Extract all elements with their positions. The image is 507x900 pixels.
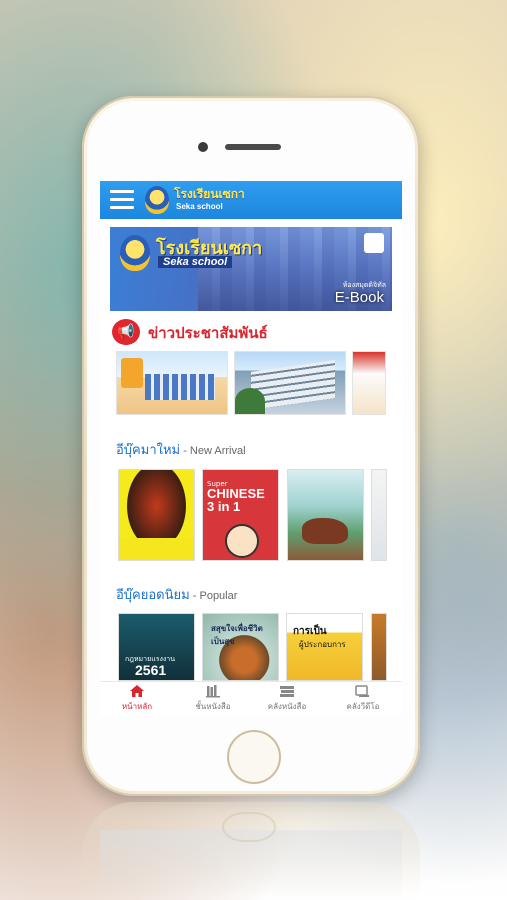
book-cover[interactable] [118,469,195,561]
new-arrival-title-thai: อีบุ๊คมาใหม่ [116,443,181,458]
earpiece-speaker [225,144,281,150]
school-logo [145,186,169,214]
app-screen: โรงเรียนเซกา Seka school โรงเรียนเซกา Se… [100,181,402,716]
popular-title: อีบุ๊คยอดนิยม - Popular [116,584,237,605]
book-cover[interactable]: กฎหมายแรงงาน 2561 [118,613,195,681]
banner-seal [364,233,384,253]
popular-title-thai: อีบุ๊คยอดนิยม [116,588,190,603]
book-cover-text: สสุขใจเพื่อชีวิตเป็นสุข [211,624,263,646]
new-arrival-title-en: New Arrival [189,445,246,457]
cartoon-face [225,524,259,558]
news-card[interactable] [116,351,228,415]
news-title: ข่าวประชาสัมพันธ์ [148,324,268,342]
banner-title-en: Seka school [158,256,233,268]
hero-banner[interactable]: โรงเรียนเซกา Seka school ห้องสมุดดิจิทัล… [110,227,392,311]
tab-library[interactable]: คลังหนังสือ [252,684,322,713]
book-cover[interactable]: การเป็น ผู้ประกอบการ [286,613,363,681]
news-card[interactable] [352,351,386,415]
tab-label: คลังวีดีโอ [346,702,380,711]
book-cover-text: การเป็น [293,626,327,637]
tab-home[interactable]: หน้าหลัก [102,684,172,713]
tab-label: หน้าหลัก [121,702,153,711]
banner-school-logo [120,235,150,271]
tab-bookshelf[interactable]: ชั้นหนังสือ [178,684,248,713]
book-cover[interactable] [371,613,387,681]
book-cover[interactable] [287,469,364,561]
book-cover[interactable] [371,469,387,561]
news-carousel[interactable] [116,351,402,415]
top-bar: โรงเรียนเซกา Seka school [100,181,402,219]
front-camera [198,142,208,152]
book-cover[interactable]: Super CHINESE 3 in 1 [202,469,279,561]
book-cover-text: CHINESE 3 in 1 [207,486,265,514]
book-cover-text: ผู้ประกอบการ [299,640,346,649]
news-card[interactable] [234,351,346,415]
brand-title-en: Seka school [176,202,223,211]
home-icon [130,685,144,697]
megaphone-icon: 📢 [112,319,140,345]
banner-ebook-label: E-Book [334,289,384,306]
tab-label: คลังหนังสือ [267,702,307,711]
new-arrival-separator: - [180,445,190,457]
book-stack-icon [280,686,294,697]
bottom-tab-bar: หน้าหลัก ชั้นหนังสือ คลังหนังสือ คลังวีด… [100,681,402,716]
tab-label: ชั้นหนังสือ [195,702,231,711]
book-cover[interactable]: สสุขใจเพื่อชีวิตเป็นสุข [202,613,279,681]
book-cover-text: 2561 [135,662,167,678]
video-icon [355,685,369,697]
popular-title-en: Popular [199,590,238,602]
bookshelf-icon [206,685,220,698]
new-arrival-title: อีบุ๊คมาใหม่ - New Arrival [116,439,246,460]
home-button[interactable] [227,730,281,784]
hamburger-menu-icon[interactable] [110,190,134,210]
phone-reflection [82,802,420,900]
tab-video[interactable]: คลังวีดีโอ [328,684,398,713]
